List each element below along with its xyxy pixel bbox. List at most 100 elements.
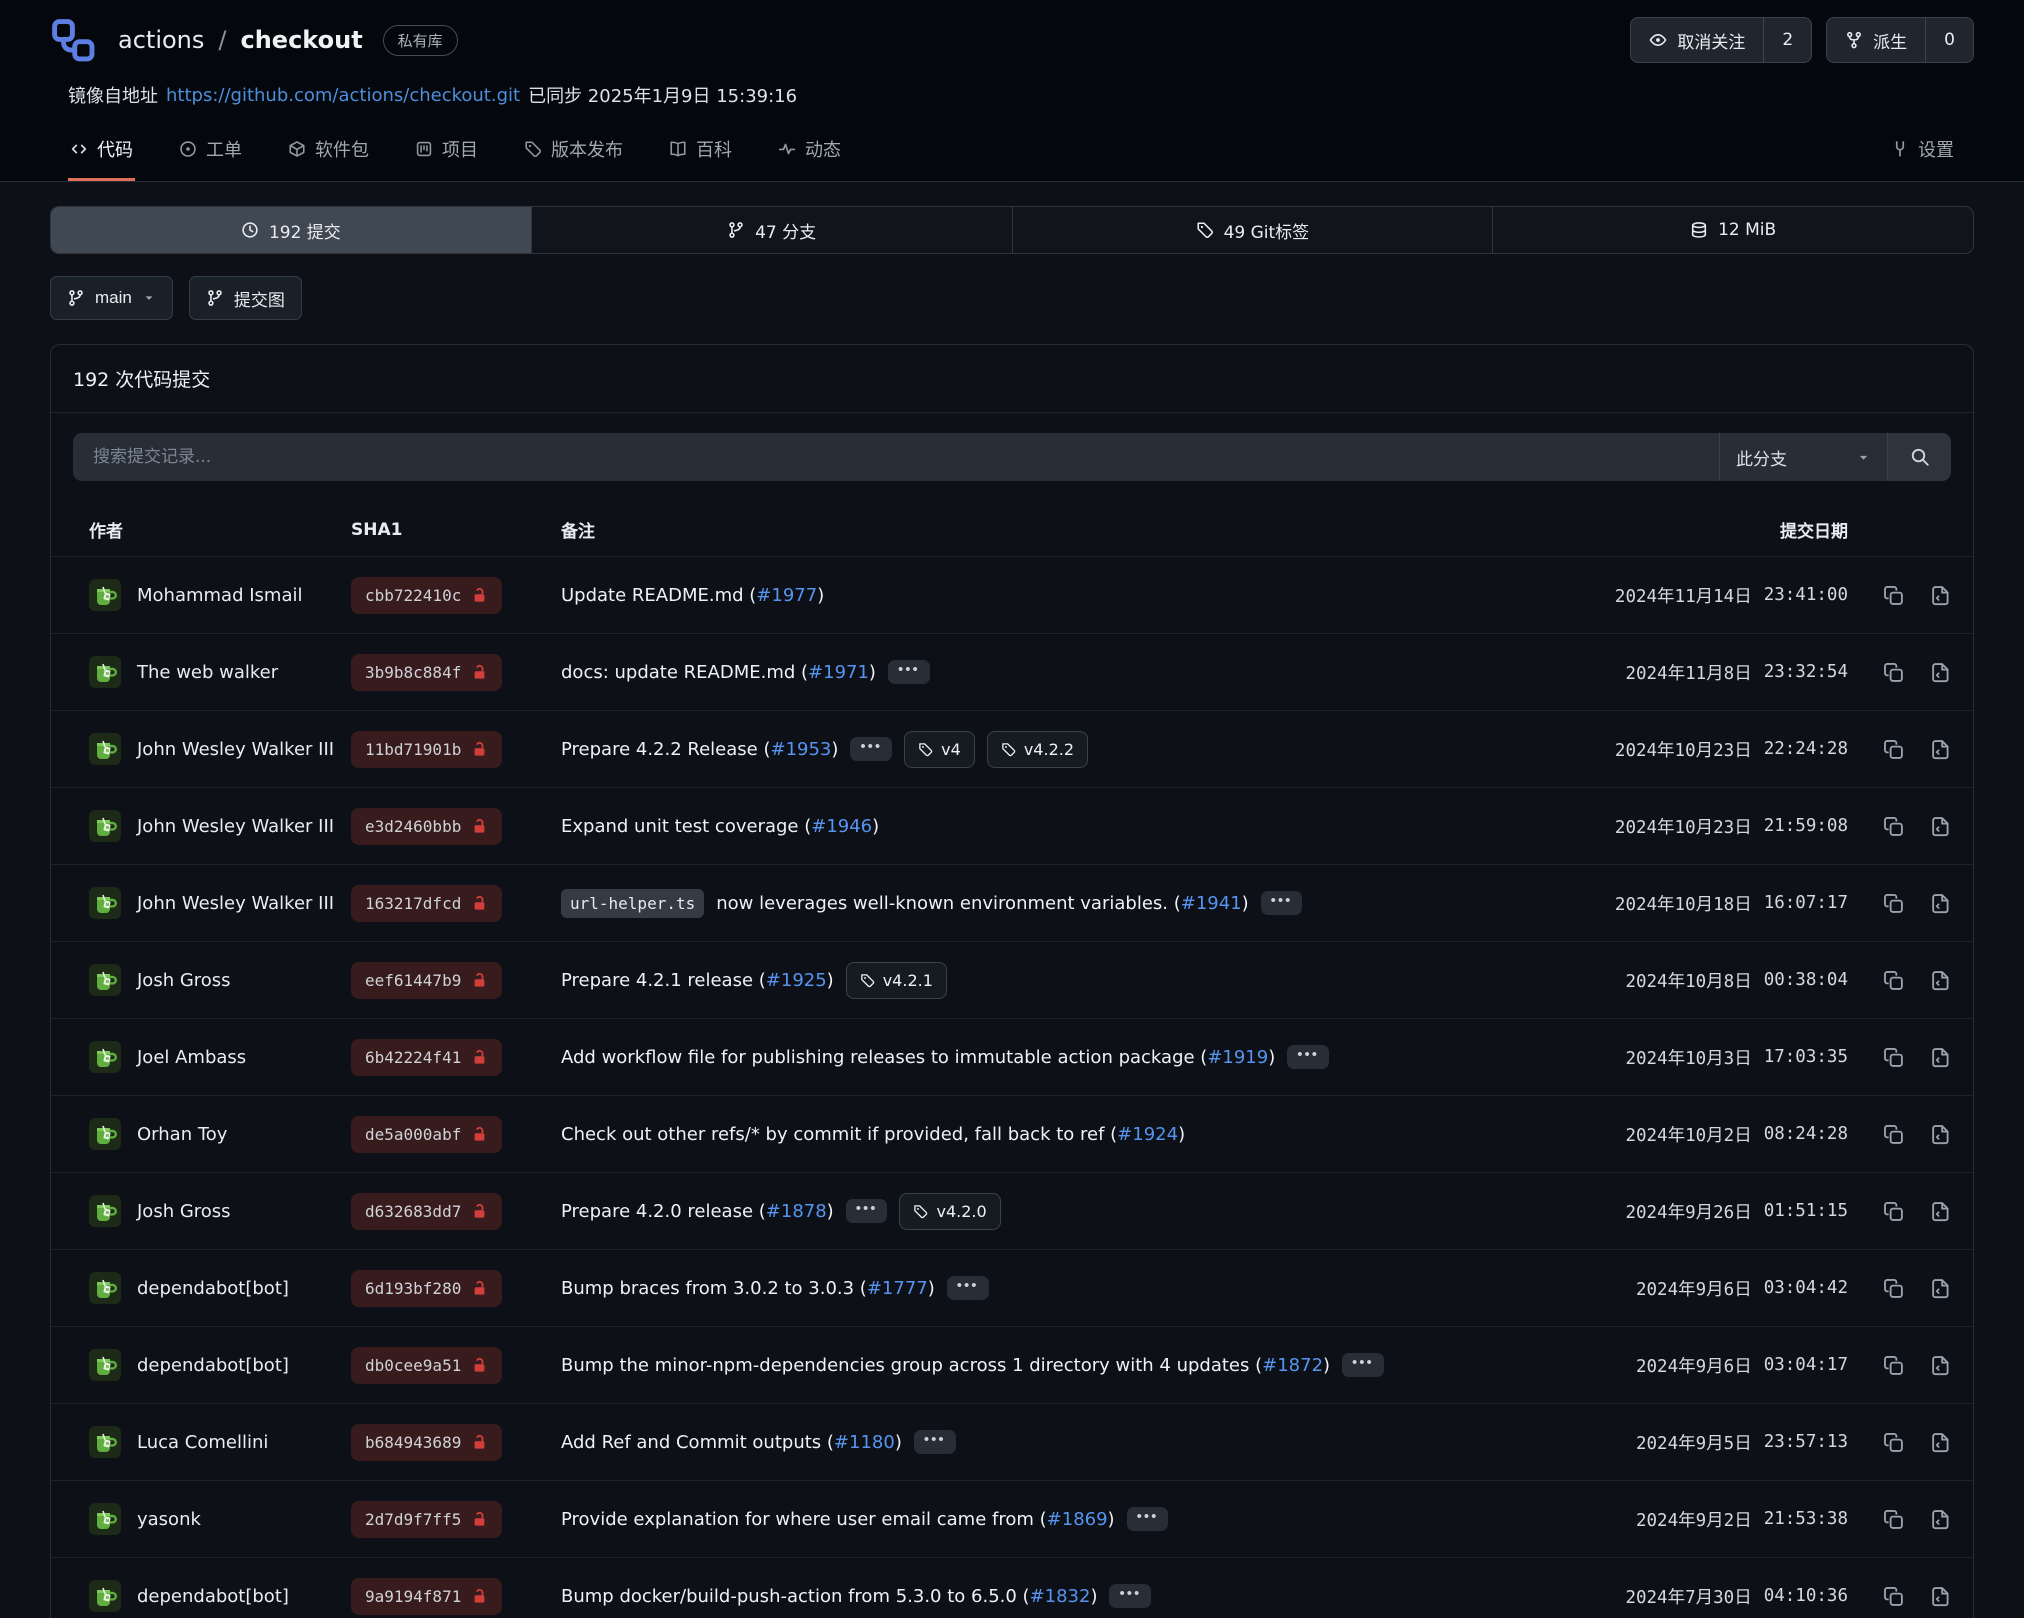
repo-name-link[interactable]: checkout xyxy=(240,26,362,54)
commit-author-name[interactable]: Joel Ambass xyxy=(137,1047,246,1068)
search-button[interactable] xyxy=(1887,433,1951,481)
copy-sha-button[interactable] xyxy=(1883,1201,1904,1222)
copy-sha-button[interactable] xyxy=(1883,739,1904,760)
tab-settings[interactable]: 设置 xyxy=(1889,122,1956,181)
commit-sha-link[interactable]: 3b9b8c884f xyxy=(351,654,502,691)
commit-sha-link[interactable]: b684943689 xyxy=(351,1424,502,1461)
browse-source-button[interactable] xyxy=(1930,1047,1951,1068)
tab-projects[interactable]: 项目 xyxy=(413,122,480,181)
commit-sha-link[interactable]: 11bd71901b xyxy=(351,731,502,768)
commit-sha-link[interactable]: eef61447b9 xyxy=(351,962,502,999)
tab-activity[interactable]: 动态 xyxy=(776,122,843,181)
more-button[interactable]: ••• xyxy=(914,1430,956,1454)
pr-link[interactable]: #1777 xyxy=(867,1278,928,1299)
commit-author-name[interactable]: Josh Gross xyxy=(137,1201,231,1222)
copy-sha-button[interactable] xyxy=(1883,1047,1904,1068)
more-button[interactable]: ••• xyxy=(1287,1045,1329,1069)
commit-author-name[interactable]: yasonk xyxy=(137,1509,201,1530)
more-button[interactable]: ••• xyxy=(947,1276,989,1300)
commit-message[interactable]: Prepare 4.2.0 release (#1878) xyxy=(561,1201,834,1222)
stats-commits[interactable]: 192 提交 xyxy=(51,207,531,253)
commit-sha-link[interactable]: e3d2460bbb xyxy=(351,808,502,845)
commit-message[interactable]: Add Ref and Commit outputs (#1180) xyxy=(561,1432,902,1453)
branch-scope-dropdown[interactable]: 此分支 xyxy=(1719,433,1887,481)
pr-link[interactable]: #1832 xyxy=(1030,1586,1091,1607)
commit-sha-link[interactable]: db0cee9a51 xyxy=(351,1347,502,1384)
pr-link[interactable]: #1869 xyxy=(1047,1509,1108,1530)
commit-author-name[interactable]: Josh Gross xyxy=(137,970,231,991)
commit-author-name[interactable]: dependabot[bot] xyxy=(137,1355,289,1376)
commit-author-name[interactable]: Luca Comellini xyxy=(137,1432,268,1453)
browse-source-button[interactable] xyxy=(1930,1586,1951,1607)
commit-search-input[interactable] xyxy=(73,433,1719,481)
commit-message[interactable]: Prepare 4.2.2 Release (#1953) xyxy=(561,739,838,760)
commit-author-name[interactable]: Orhan Toy xyxy=(137,1124,227,1145)
version-tag-chip[interactable]: v4.2.0 xyxy=(899,1193,1000,1230)
version-tag-chip[interactable]: v4.2.1 xyxy=(846,962,947,999)
more-button[interactable]: ••• xyxy=(846,1199,888,1223)
browse-source-button[interactable] xyxy=(1930,739,1951,760)
browse-source-button[interactable] xyxy=(1930,585,1951,606)
tab-issues[interactable]: 工单 xyxy=(177,122,244,181)
copy-sha-button[interactable] xyxy=(1883,662,1904,683)
pr-link[interactable]: #1924 xyxy=(1117,1124,1178,1145)
browse-source-button[interactable] xyxy=(1930,1124,1951,1145)
commit-message[interactable]: Expand unit test coverage (#1946) xyxy=(561,816,879,837)
pr-link[interactable]: #1946 xyxy=(811,816,872,837)
commit-sha-link[interactable]: 163217dfcd xyxy=(351,885,502,922)
commit-message[interactable]: Bump the minor-npm-dependencies group ac… xyxy=(561,1355,1330,1376)
copy-sha-button[interactable] xyxy=(1883,1124,1904,1145)
tab-packages[interactable]: 软件包 xyxy=(286,122,371,181)
commit-message[interactable]: Prepare 4.2.1 release (#1925) xyxy=(561,970,834,991)
branch-selector[interactable]: main xyxy=(50,276,173,320)
browse-source-button[interactable] xyxy=(1930,1278,1951,1299)
commit-sha-link[interactable]: 9a9194f871 xyxy=(351,1578,502,1615)
tab-code[interactable]: 代码 xyxy=(68,122,135,181)
stats-size[interactable]: 12 MiB xyxy=(1492,207,1973,253)
copy-sha-button[interactable] xyxy=(1883,1586,1904,1607)
commit-sha-link[interactable]: de5a000abf xyxy=(351,1116,502,1153)
unwatch-button[interactable]: 取消关注 xyxy=(1631,18,1763,62)
fork-button[interactable]: 派生 xyxy=(1827,18,1925,62)
commit-author-name[interactable]: dependabot[bot] xyxy=(137,1278,289,1299)
commit-sha-link[interactable]: 6b42224f41 xyxy=(351,1039,502,1076)
more-button[interactable]: ••• xyxy=(1127,1507,1169,1531)
commit-sha-link[interactable]: 2d7d9f7ff5 xyxy=(351,1501,502,1538)
commit-message[interactable]: now leverages well-known environment var… xyxy=(716,893,1248,914)
copy-sha-button[interactable] xyxy=(1883,1355,1904,1376)
commit-message[interactable]: Bump docker/build-push-action from 5.3.0… xyxy=(561,1586,1097,1607)
commit-sha-link[interactable]: cbb722410c xyxy=(351,577,502,614)
copy-sha-button[interactable] xyxy=(1883,816,1904,837)
commit-author-name[interactable]: John Wesley Walker III xyxy=(137,816,334,837)
pr-link[interactable]: #1971 xyxy=(808,662,869,683)
pr-link[interactable]: #1919 xyxy=(1207,1047,1268,1068)
commit-graph-button[interactable]: 提交图 xyxy=(189,276,302,320)
pr-link[interactable]: #1941 xyxy=(1181,893,1242,914)
copy-sha-button[interactable] xyxy=(1883,1432,1904,1453)
pr-link[interactable]: #1872 xyxy=(1262,1355,1323,1376)
commit-sha-link[interactable]: 6d193bf280 xyxy=(351,1270,502,1307)
more-button[interactable]: ••• xyxy=(1261,891,1303,915)
browse-source-button[interactable] xyxy=(1930,970,1951,991)
commit-message[interactable]: docs: update README.md (#1971) xyxy=(561,662,876,683)
commit-message[interactable]: Check out other refs/* by commit if prov… xyxy=(561,1124,1185,1145)
more-button[interactable]: ••• xyxy=(1342,1353,1384,1377)
tab-releases[interactable]: 版本发布 xyxy=(522,122,625,181)
commit-author-name[interactable]: John Wesley Walker III xyxy=(137,893,334,914)
commit-author-name[interactable]: Mohammad Ismail xyxy=(137,585,302,606)
commit-sha-link[interactable]: d632683dd7 xyxy=(351,1193,502,1230)
commit-author-name[interactable]: John Wesley Walker III xyxy=(137,739,334,760)
copy-sha-button[interactable] xyxy=(1883,970,1904,991)
fork-count[interactable]: 0 xyxy=(1925,18,1973,62)
more-button[interactable]: ••• xyxy=(1109,1584,1151,1608)
more-button[interactable]: ••• xyxy=(888,660,930,684)
commit-message[interactable]: Add workflow file for publishing release… xyxy=(561,1047,1275,1068)
browse-source-button[interactable] xyxy=(1930,816,1951,837)
version-tag-chip[interactable]: v4.2.2 xyxy=(987,731,1088,768)
stats-branches[interactable]: 47 分支 xyxy=(531,207,1012,253)
more-button[interactable]: ••• xyxy=(850,737,892,761)
browse-source-button[interactable] xyxy=(1930,1201,1951,1222)
mirror-url-link[interactable]: https://github.com/actions/checkout.git xyxy=(166,85,520,106)
commit-author-name[interactable]: The web walker xyxy=(137,662,278,683)
commit-message[interactable]: Update README.md (#1977) xyxy=(561,585,824,606)
